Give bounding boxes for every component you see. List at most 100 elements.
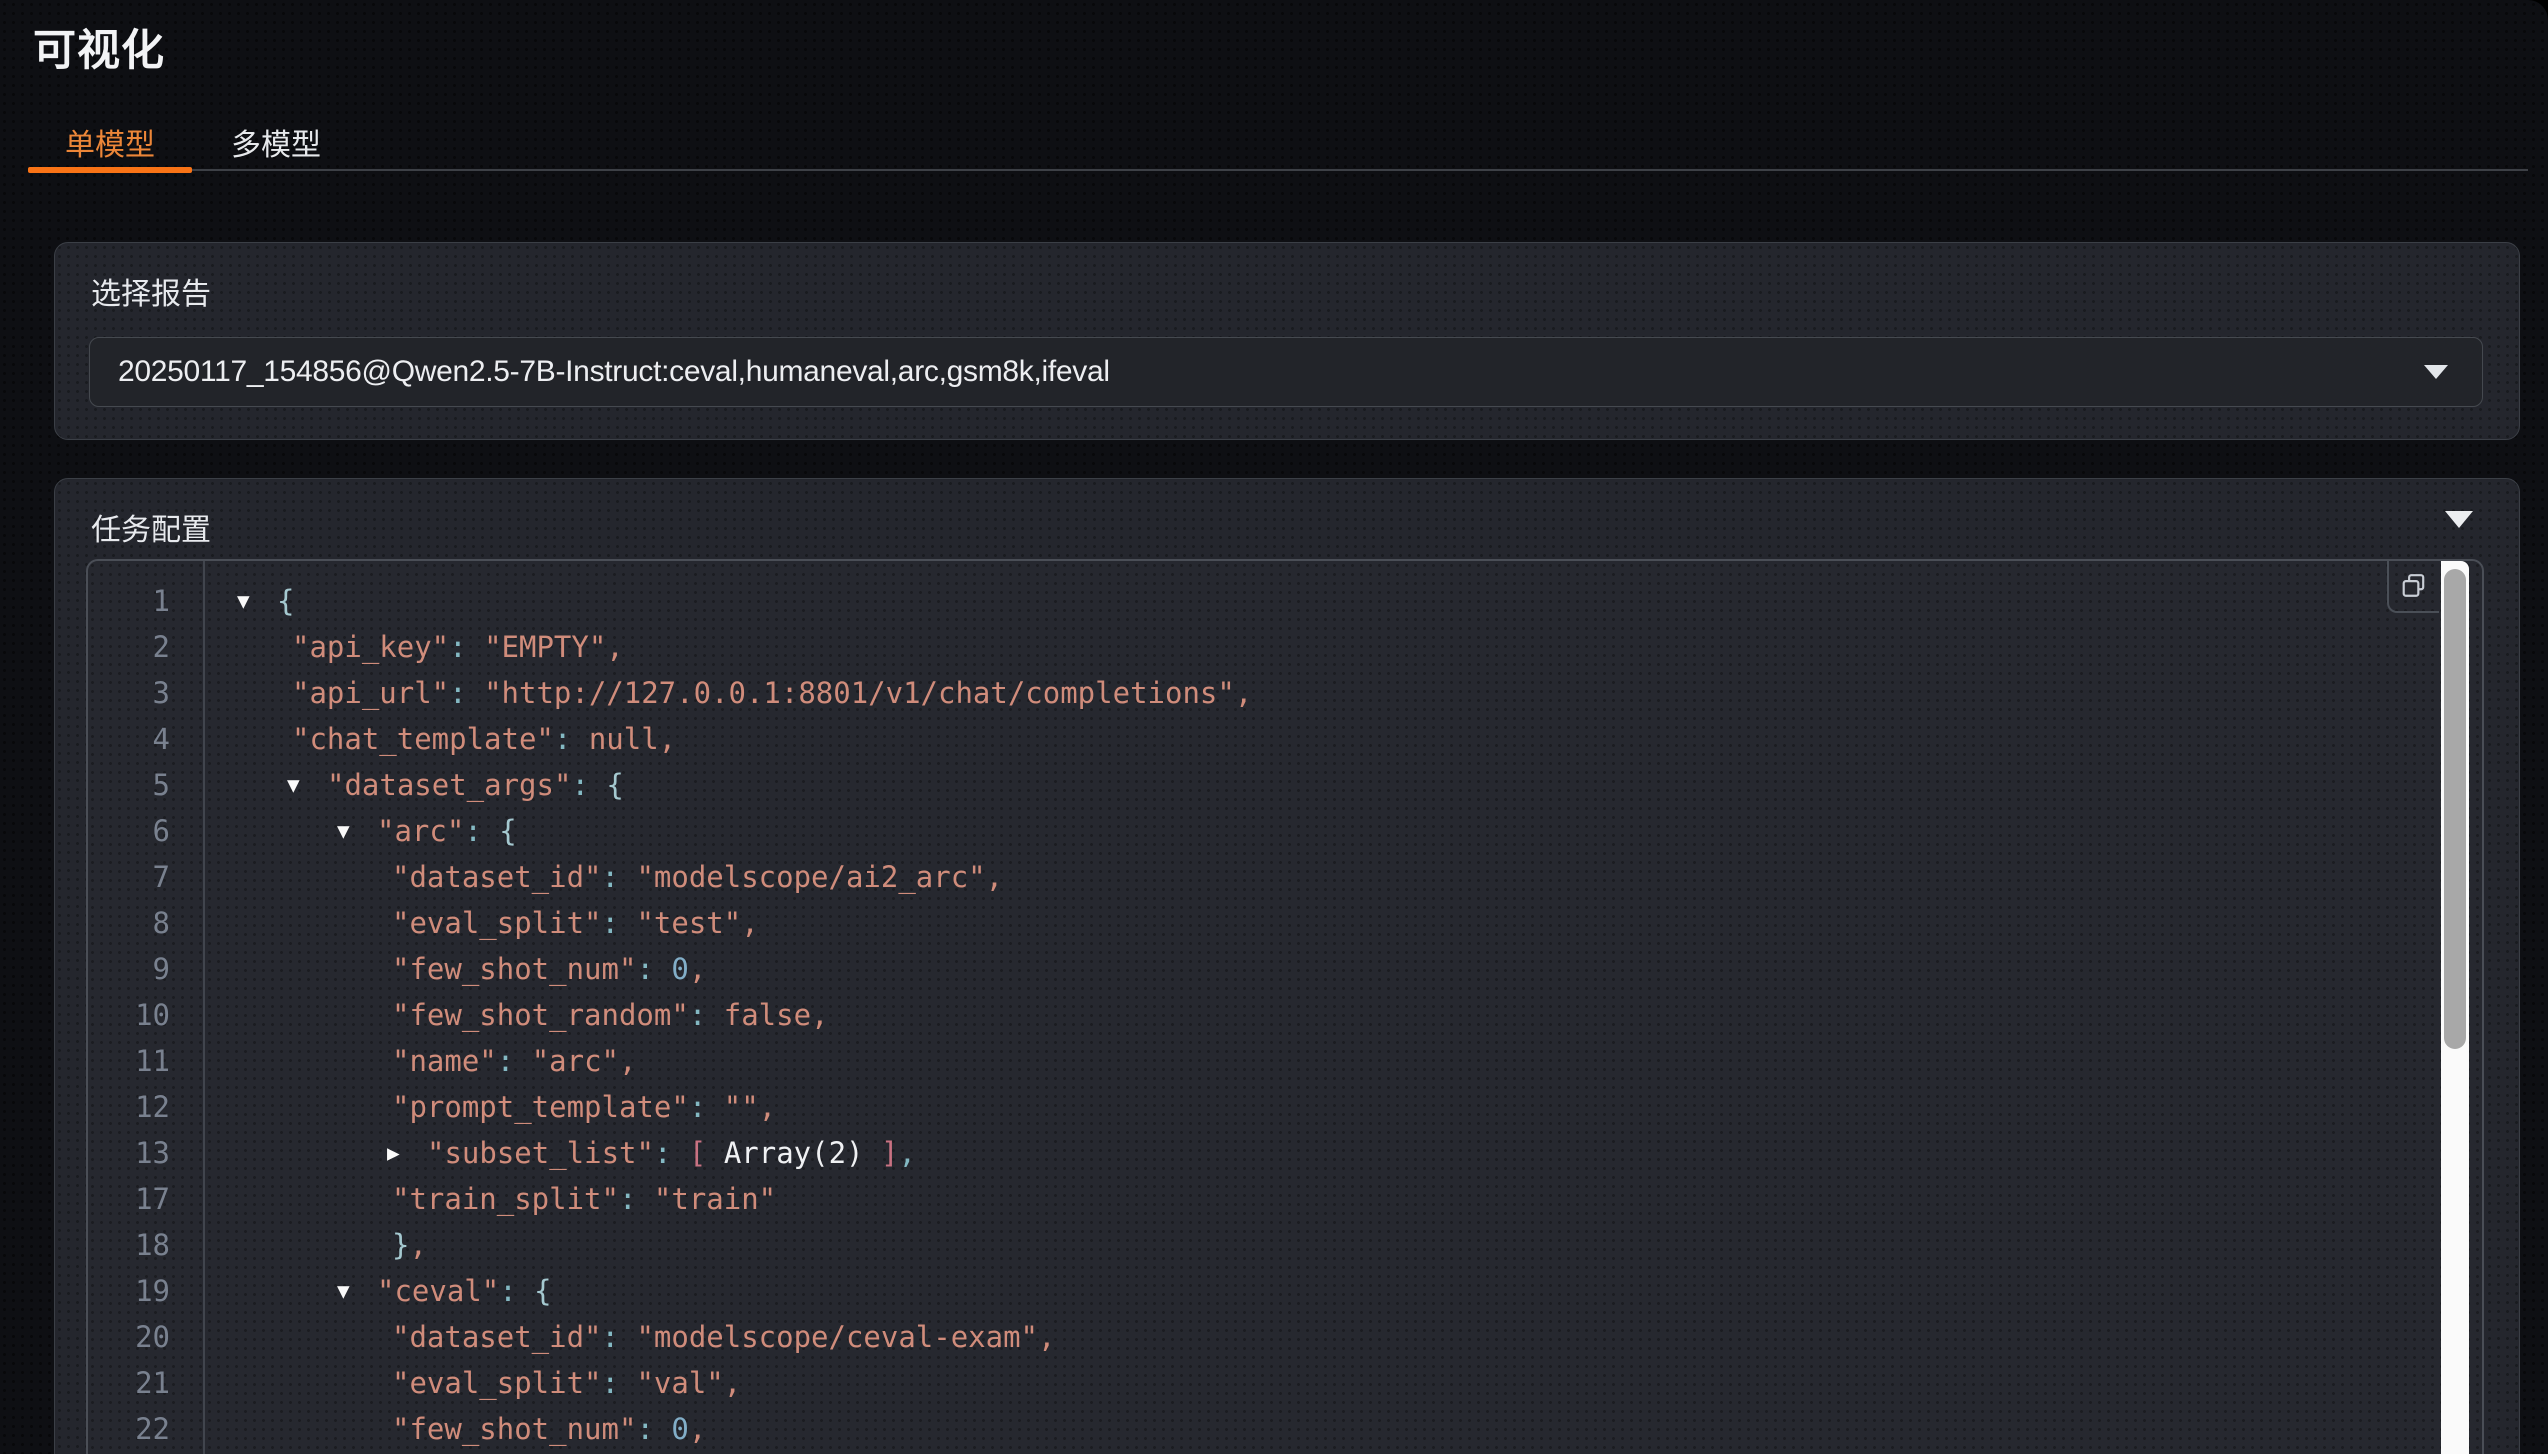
code-token: ]: [881, 1136, 898, 1170]
code-token: :: [497, 1044, 532, 1078]
code-token: :: [619, 1182, 654, 1216]
panel-collapse-icon[interactable]: [2445, 511, 2473, 528]
line-number: 19: [88, 1274, 170, 1308]
code-token: Array(2): [724, 1136, 864, 1170]
line-number: 11: [88, 1044, 170, 1078]
code-token: "few_shot_num": [392, 1412, 636, 1446]
code-line: 11"name": "arc",: [88, 1038, 2432, 1084]
code-token: {: [277, 584, 294, 618]
line-number: 2: [88, 630, 170, 664]
code-line: 18},: [88, 1222, 2432, 1268]
line-number: 18: [88, 1228, 170, 1262]
code-token: "train_split": [392, 1182, 619, 1216]
code-line: 3"api_url": "http://127.0.0.1:8801/v1/ch…: [88, 670, 2432, 716]
code-token: :: [449, 676, 484, 710]
line-number: 22: [88, 1412, 170, 1446]
code-token: "dataset_args": [327, 768, 571, 802]
code-lines: 1▼{2"api_key": "EMPTY",3"api_url": "http…: [88, 578, 2432, 1452]
collapse-node-icon[interactable]: ▼: [337, 819, 377, 843]
code-line: 6 ▼"arc": {: [88, 808, 2432, 854]
code-token: :: [449, 630, 484, 664]
task-config-panel: 任务配置 1▼{2"api_key": "EMPTY",3"api_url": …: [54, 478, 2520, 1454]
code-token: null,: [589, 722, 676, 756]
json-viewer: 1▼{2"api_key": "EMPTY",3"api_url": "http…: [86, 559, 2484, 1454]
code-token: "eval_split": [392, 1366, 602, 1400]
code-token: :: [602, 1320, 637, 1354]
code-token: "api_key": [292, 630, 449, 664]
code-token: :: [602, 1366, 637, 1400]
expand-node-icon[interactable]: ▶: [387, 1141, 427, 1165]
code-token: ,: [689, 1412, 706, 1446]
code-token: "few_shot_num": [392, 952, 636, 986]
line-number: 7: [88, 860, 170, 894]
code-token: "arc": [377, 814, 464, 848]
tab-multi-model[interactable]: 多模型: [196, 126, 356, 166]
line-number: 4: [88, 722, 170, 756]
caret-down-icon: [2424, 365, 2448, 379]
scrollbar-thumb[interactable]: [2444, 569, 2466, 1049]
code-line: 22 "few_shot_num": 0,: [88, 1406, 2432, 1452]
code-line: 8 "eval_split": "test",: [88, 900, 2432, 946]
code-token: "http://127.0.0.1:8801/v1/chat/completio…: [484, 676, 1252, 710]
code-token: "name": [392, 1044, 497, 1078]
code-token: [864, 1136, 881, 1170]
code-token: "chat_template": [292, 722, 554, 756]
collapse-node-icon[interactable]: ▼: [287, 773, 327, 797]
copy-button[interactable]: [2387, 561, 2439, 613]
code-token: :: [602, 906, 637, 940]
code-line: 7"dataset_id": "modelscope/ai2_arc",: [88, 854, 2432, 900]
app-container: 可视化 单模型 多模型 选择报告 20250117_154856@Qwen2.5…: [0, 0, 2548, 1454]
line-number: 8: [88, 906, 170, 940]
active-tab-underline: [28, 167, 192, 173]
code-token: false,: [724, 998, 829, 1032]
code-token: ,: [898, 1136, 915, 1170]
code-token: :: [636, 952, 671, 986]
code-line: 4 "chat_template": null,: [88, 716, 2432, 762]
code-token: [: [689, 1136, 706, 1170]
line-number: 20: [88, 1320, 170, 1354]
report-panel-label: 选择报告: [91, 269, 211, 313]
code-token: :: [654, 1136, 689, 1170]
tab-divider: [28, 169, 2528, 171]
code-token: :: [554, 722, 589, 756]
code-token: "modelscope/ai2_arc",: [636, 860, 1003, 894]
code-token: :: [464, 814, 499, 848]
code-token: {: [499, 814, 516, 848]
line-number: 3: [88, 676, 170, 710]
code-token: :: [499, 1274, 534, 1308]
code-token: {: [606, 768, 623, 802]
code-token: "eval_split": [392, 906, 602, 940]
code-line: 9"few_shot_num": 0,: [88, 946, 2432, 992]
code-token: "test",: [636, 906, 758, 940]
code-token: :: [636, 1412, 671, 1446]
code-token: [706, 1136, 723, 1170]
line-number: 12: [88, 1090, 170, 1124]
code-line: 21"eval_split": "val",: [88, 1360, 2432, 1406]
line-number: 6: [88, 814, 170, 848]
code-token: ,: [689, 952, 706, 986]
code-token: :: [689, 998, 724, 1032]
collapse-node-icon[interactable]: ▼: [237, 589, 277, 613]
tab-single-model[interactable]: 单模型: [28, 126, 192, 166]
line-number: 5: [88, 768, 170, 802]
code-token: "EMPTY",: [484, 630, 624, 664]
code-line: 19 ▼"ceval": {: [88, 1268, 2432, 1314]
code-line: 20"dataset_id": "modelscope/ceval-exam",: [88, 1314, 2432, 1360]
code-line: 10"few_shot_random": false,: [88, 992, 2432, 1038]
collapse-node-icon[interactable]: ▼: [337, 1279, 377, 1303]
code-token: "dataset_id": [392, 1320, 602, 1354]
code-token: "ceval": [377, 1274, 499, 1308]
code-token: :: [602, 860, 637, 894]
line-number: 10: [88, 998, 170, 1032]
code-token: 0: [671, 1412, 688, 1446]
code-token: {: [534, 1274, 551, 1308]
task-config-title: 任务配置: [91, 505, 211, 549]
code-line: 1 ▼{: [88, 578, 2432, 624]
copy-icon: [2401, 573, 2427, 599]
code-token: "subset_list": [427, 1136, 654, 1170]
code-token: "",: [724, 1090, 776, 1124]
page-title: 可视化: [33, 16, 165, 78]
report-dropdown[interactable]: 20250117_154856@Qwen2.5-7B-Instruct:ceva…: [89, 337, 2483, 407]
scrollbar-track[interactable]: [2441, 561, 2469, 1454]
line-number: 1: [88, 584, 170, 618]
